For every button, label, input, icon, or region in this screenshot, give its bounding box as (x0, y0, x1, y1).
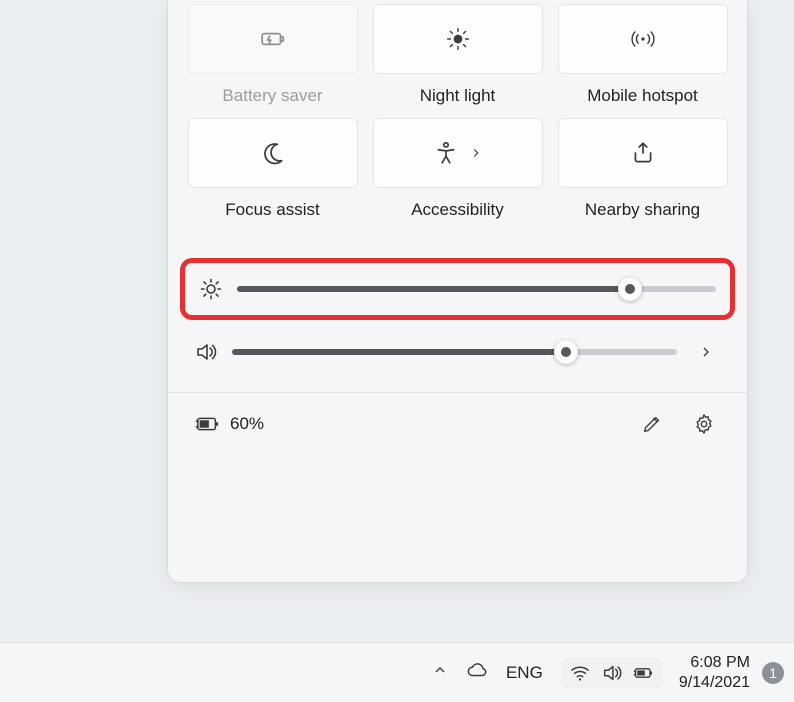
accessibility-label: Accessibility (411, 200, 504, 220)
network-volume-battery-button[interactable] (561, 658, 663, 688)
accessibility-icon (433, 140, 459, 166)
accessibility-tile[interactable] (373, 118, 543, 188)
taskbar-clock[interactable]: 6:08 PM 9/14/2021 (679, 653, 750, 693)
mobile-hotspot-label: Mobile hotspot (587, 86, 698, 106)
taskbar: ENG 6:08 PM 9/14/2021 1 (0, 642, 794, 702)
battery-saver-tile (188, 4, 358, 74)
battery-saver-label: Battery saver (222, 86, 322, 106)
quick-settings-tile-grid: Battery saver Night light Mobile hotspot… (186, 0, 729, 220)
battery-charging-icon (194, 414, 220, 434)
share-icon (630, 140, 656, 166)
chevron-right-icon (469, 146, 483, 160)
mobile-hotspot-tile[interactable] (558, 4, 728, 74)
gear-icon (693, 413, 715, 435)
nearby-sharing-label: Nearby sharing (585, 200, 700, 220)
battery-saver-icon (260, 26, 286, 52)
nearby-sharing-tile[interactable] (558, 118, 728, 188)
volume-slider-row (186, 326, 729, 378)
chevron-right-icon (698, 344, 714, 360)
wifi-icon (569, 662, 591, 684)
brightness-slider-row (180, 258, 735, 320)
edit-quick-settings-button[interactable] (635, 407, 669, 441)
brightness-slider[interactable] (237, 277, 716, 301)
sliders-section (186, 258, 729, 378)
taskbar-date: 9/14/2021 (679, 673, 750, 693)
volume-icon (601, 662, 623, 684)
volume-expand-button[interactable] (691, 344, 721, 360)
onedrive-tray-icon[interactable] (466, 659, 488, 686)
battery-icon (633, 662, 655, 684)
moon-icon (260, 140, 286, 166)
settings-button[interactable] (687, 407, 721, 441)
cloud-icon (466, 659, 488, 681)
chevron-up-icon (432, 662, 448, 678)
notification-center-badge[interactable]: 1 (762, 662, 784, 684)
battery-status[interactable]: 60% (194, 414, 264, 434)
volume-icon (194, 340, 218, 364)
mobile-hotspot-icon (630, 26, 656, 52)
focus-assist-tile[interactable] (188, 118, 358, 188)
pencil-icon (641, 413, 663, 435)
night-light-label: Night light (420, 86, 496, 106)
quick-settings-panel: Battery saver Night light Mobile hotspot… (168, 0, 747, 582)
taskbar-time: 6:08 PM (690, 653, 750, 673)
night-light-tile[interactable] (373, 4, 543, 74)
system-tray: ENG (432, 658, 663, 688)
battery-percent-label: 60% (230, 414, 264, 434)
tray-overflow-button[interactable] (432, 662, 448, 683)
volume-slider[interactable] (232, 340, 677, 364)
brightness-icon (199, 277, 223, 301)
focus-assist-label: Focus assist (225, 200, 319, 220)
night-light-icon (445, 26, 471, 52)
language-indicator[interactable]: ENG (506, 663, 543, 683)
quick-settings-footer: 60% (186, 393, 729, 441)
